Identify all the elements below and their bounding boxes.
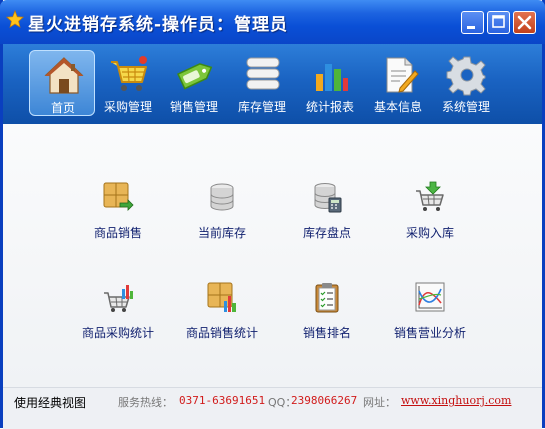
gear-icon [446,56,486,96]
toolbar-label-system: 系统管理 [441,100,490,114]
main-toolbar: 首页 采购管理 销售管理 库存管理 统计报表 基本信息 系统管理 [3,44,542,124]
classic-view-link[interactable]: 使用经典视图 [14,394,86,411]
close-button[interactable] [513,11,536,34]
sales-analysis-icon [415,282,445,312]
shortcut-label-purchase-inbound: 采购入库 [405,226,454,240]
title-bar[interactable]: 星火进销存系统-操作员：管理员 [0,0,545,44]
home-icon [44,57,84,94]
shortcut-label-sales-analysis: 销售营业分析 [393,326,466,340]
bar-chart-icon [316,64,348,91]
toolbar-item-reports[interactable]: 统计报表 [297,50,363,116]
edit-document-icon [386,57,419,93]
purchase-inbound-icon [416,181,444,211]
purchase-stats-icon [104,285,133,312]
maximize-button[interactable] [487,11,510,34]
app-window: 星火进销存系统-操作员：管理员 首页 采购管理 销售管理 库存管理 统计报表 基… [0,0,545,429]
minimize-icon [467,26,475,29]
star-icon [6,10,24,28]
hotline-label: 服务热线： [118,396,173,409]
hotline-value: 0371-63691651 [179,394,266,407]
close-icon [517,15,532,30]
dashboard-panel: 商品销售 当前库存 库存盘点 采购入库 商品采购统计 商品销售统计 销售排名 销… [3,124,542,387]
sales-ranking-icon [315,283,339,313]
maximize-icon [492,15,505,28]
minimize-button[interactable] [461,11,484,34]
website-label: 网址： [363,396,396,409]
sales-stats-icon [207,282,236,312]
stock-count-icon [314,183,342,213]
product-sales-icon [103,182,134,211]
sale-tag-icon [177,63,213,90]
website-link[interactable]: www.xinghuorj.com [401,394,511,407]
toolbar-item-sales[interactable]: 销售管理 [161,50,227,116]
database-stack-icon [246,57,280,90]
window-title: 星火进销存系统-操作员：管理员 [28,15,289,35]
shortcut-purchase-inbound[interactable]: 采购入库 [380,181,480,251]
toolbar-item-system[interactable]: 系统管理 [433,50,499,116]
shopping-cart-icon [111,56,147,91]
toolbar-item-basic-info[interactable]: 基本信息 [365,50,431,116]
qq-value: 2398066267 [291,394,358,407]
current-stock-icon [210,183,234,211]
toolbar-item-inventory[interactable]: 库存管理 [229,50,295,116]
status-bar: 使用经典视图 服务热线： 0371-63691651 QQ： 239806626… [3,387,542,429]
shortcut-sales-analysis[interactable]: 销售营业分析 [380,281,480,351]
